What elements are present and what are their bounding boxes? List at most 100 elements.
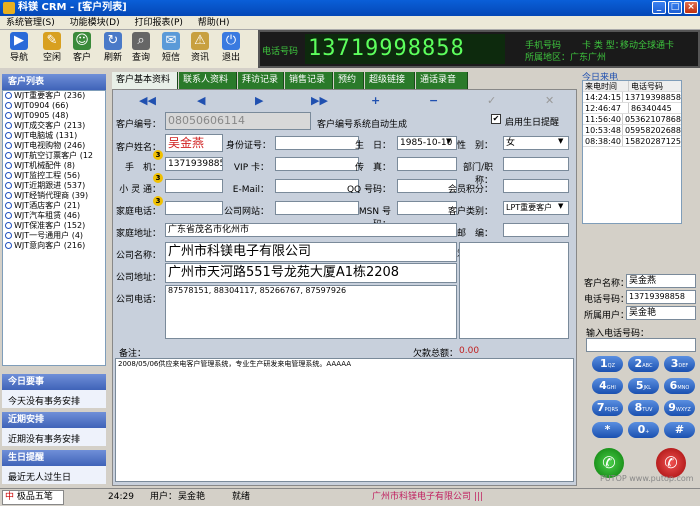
list-item[interactable]: WJT电视购物 (246) xyxy=(3,141,105,151)
watermark: PUTOP www.putop.com xyxy=(600,474,694,483)
caller-phone-field[interactable]: 13719398858 xyxy=(626,290,696,304)
hobby-field[interactable] xyxy=(459,242,569,339)
type-label: 客户类别： xyxy=(447,207,493,217)
points-field[interactable] xyxy=(503,179,569,193)
list-item[interactable]: WJT电脑城 (131) xyxy=(3,131,105,141)
sex-dropdown-icon[interactable]: ▼ xyxy=(558,137,563,145)
delete-icon[interactable]: − xyxy=(429,94,438,107)
customer-id-field[interactable]: 08050606114 xyxy=(165,112,311,130)
customer-name-field[interactable]: 吴金燕 xyxy=(165,134,223,152)
caller-name-field[interactable]: 吴金燕 xyxy=(626,274,696,288)
list-item[interactable]: WJT0904 (66) xyxy=(3,101,105,111)
dial-key[interactable]: 7PQRS xyxy=(592,400,623,416)
company-phone-field[interactable]: 87578151, 88304117, 85266767, 87597926 xyxy=(165,285,457,339)
query-button[interactable]: ⌕ 查询 xyxy=(128,32,154,66)
zip-field[interactable] xyxy=(503,223,569,237)
tab-recordings[interactable]: 通话录音 xyxy=(416,72,468,89)
exit-icon: ⏻ xyxy=(222,32,240,50)
caller-user-field[interactable]: 吴金艳 xyxy=(626,306,696,320)
menu-system[interactable]: 系统管理(S) xyxy=(0,16,61,30)
table-row[interactable]: 12:46:47 86340445 xyxy=(583,103,681,114)
list-item[interactable]: WJT机械配件 (8) xyxy=(3,161,105,171)
idcard-label: 身份证号： xyxy=(225,141,271,151)
list-item[interactable]: WJT重要客户 (236) xyxy=(3,91,105,101)
birthday-header: 生日提醒 xyxy=(2,450,106,466)
nav-button[interactable]: ▶ 导航 xyxy=(6,32,32,66)
last-record-icon[interactable]: ▶▶ xyxy=(311,94,328,107)
mobile-field[interactable]: 13719398858 xyxy=(165,157,223,171)
first-record-icon[interactable]: ◀◀ xyxy=(139,94,156,107)
menu-modules[interactable]: 功能模块(D) xyxy=(64,16,126,30)
dial-key[interactable]: 0+ xyxy=(628,422,659,438)
tab-visits[interactable]: 拜访记录 xyxy=(238,72,284,89)
dept-field[interactable] xyxy=(503,157,569,171)
caller-name-label: 客户名称： xyxy=(584,279,630,289)
tab-links[interactable]: 超级链接 xyxy=(365,72,415,89)
customers-button[interactable]: ☺ 客户 xyxy=(69,32,95,66)
cancel-icon[interactable]: ✕ xyxy=(545,94,554,107)
list-item[interactable]: WJT汽车租赁 (46) xyxy=(3,211,105,221)
next-record-icon[interactable]: ▶ xyxy=(255,94,263,107)
qq-label: QQ 号码： xyxy=(346,185,391,195)
save-icon[interactable]: ✓ xyxy=(487,94,496,107)
dial-key[interactable]: # xyxy=(664,422,695,438)
table-row[interactable]: 08:38:40 15820287125 xyxy=(583,136,681,147)
close-button[interactable]: × xyxy=(684,1,698,14)
dial-input[interactable] xyxy=(586,338,696,352)
refresh-button[interactable]: ↻ 刷新 xyxy=(100,32,126,66)
tab-appointments[interactable]: 预约 xyxy=(334,72,364,89)
company-address-label: 公司地址： xyxy=(115,273,161,283)
dial-key[interactable]: 1QZ xyxy=(592,356,623,372)
list-item[interactable]: WJT近期跟进 (537) xyxy=(3,181,105,191)
add-icon[interactable]: + xyxy=(371,94,380,107)
minimize-button[interactable]: _ xyxy=(652,1,666,14)
dial-key[interactable]: * xyxy=(592,422,623,438)
list-item[interactable]: WJT0905 (48) xyxy=(3,111,105,121)
email-label: E-Mail： xyxy=(232,185,269,195)
dial-key[interactable]: 5JKL xyxy=(628,378,659,394)
menu-reports[interactable]: 打印报表(P) xyxy=(128,16,188,30)
list-item[interactable]: WJT监控工程 (56) xyxy=(3,171,105,181)
list-item[interactable]: WJT成交客户 (213) xyxy=(3,121,105,131)
dial-key[interactable]: 3DEF xyxy=(664,356,695,372)
group-bullet-icon xyxy=(5,102,12,109)
calls-header-row: 来电时间 电话号码 xyxy=(583,81,681,92)
tab-basic-info[interactable]: 客户基本资料 xyxy=(112,72,178,89)
company-phone-label: 公司电话： xyxy=(115,295,161,305)
list-item[interactable]: WJT一号通用户 (4) xyxy=(3,231,105,241)
home-phone-field[interactable] xyxy=(165,201,223,215)
ime-indicator[interactable]: 中 极品五笔 xyxy=(2,490,64,505)
table-row[interactable]: 14:24:15 13719398858 xyxy=(583,92,681,103)
dial-key[interactable]: 4GHI xyxy=(592,378,623,394)
home-address-field[interactable]: 广东省茂名市化州市 xyxy=(165,223,457,237)
menu-help[interactable]: 帮助(H) xyxy=(192,16,236,30)
prev-record-icon[interactable]: ◀ xyxy=(197,94,205,107)
birthday-reminder-checkbox[interactable]: ✔ xyxy=(491,114,501,124)
type-dropdown-icon[interactable]: ▼ xyxy=(558,202,563,210)
list-item[interactable]: WJT航空订票客户 (12 xyxy=(3,151,105,161)
dial-key[interactable]: 8TUV xyxy=(628,400,659,416)
list-item[interactable]: WJT经销代理商 (39) xyxy=(3,191,105,201)
table-row[interactable]: 11:56:40 05362107868 xyxy=(583,114,681,125)
exit-button[interactable]: ⏻ 退出 xyxy=(218,32,244,66)
idle-button[interactable]: ✎ 空闲 xyxy=(39,32,65,66)
company-field[interactable]: 广州市科镁电子有限公司 xyxy=(165,242,457,262)
list-item[interactable]: WJT保准客户 (152) xyxy=(3,221,105,231)
table-row[interactable]: 10:53:48 05958202688 xyxy=(583,125,681,136)
tab-contacts[interactable]: 联系人资料 xyxy=(179,72,237,89)
sms-button[interactable]: ✉ 短信 xyxy=(158,32,184,66)
xlt-field[interactable] xyxy=(165,179,223,193)
dial-key[interactable]: 6MNO xyxy=(664,378,695,394)
col-time-header: 来电时间 xyxy=(583,81,629,91)
company-address-field[interactable]: 广州市天河路551号龙苑大厦A1栋2208 xyxy=(165,263,457,283)
note-field[interactable]: 2008/05/06供应来电客户管理系统，专业生产研发来电管理系统。AAAAA xyxy=(115,358,574,482)
maximize-button[interactable]: □ xyxy=(668,1,682,14)
list-item[interactable]: WJT酒店客户 (21) xyxy=(3,201,105,211)
dial-key[interactable]: 2ABC xyxy=(628,356,659,372)
dial-badge-icon[interactable]: 3 xyxy=(153,150,163,160)
query-icon: ⌕ xyxy=(132,32,150,50)
info-button[interactable]: ⚠ 资讯 xyxy=(187,32,213,66)
dial-key[interactable]: 9WXYZ xyxy=(664,400,695,416)
tab-sales[interactable]: 销售记录 xyxy=(285,72,333,89)
list-item[interactable]: WJT意向客户 (216) xyxy=(3,241,105,251)
